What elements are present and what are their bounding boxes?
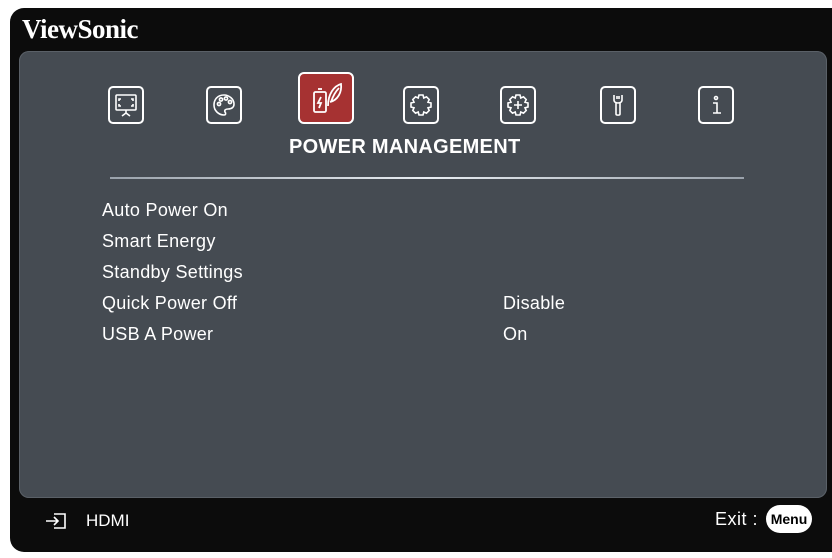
power-management-icon bbox=[313, 82, 343, 113]
menu-item-auto-power-on[interactable]: Auto Power On bbox=[102, 196, 702, 224]
tab-tools[interactable] bbox=[600, 86, 636, 124]
title-divider bbox=[110, 177, 744, 179]
tools-icon bbox=[613, 95, 623, 116]
input-source: HDMI bbox=[44, 509, 129, 533]
basic-settings-icon bbox=[410, 94, 432, 116]
menu-item-label: Quick Power Off bbox=[102, 293, 238, 313]
brand-logo: ViewSonic bbox=[22, 14, 139, 44]
tab-basic-settings[interactable] bbox=[403, 86, 439, 124]
tab-advanced-settings[interactable] bbox=[500, 86, 536, 124]
menu-item-label: Auto Power On bbox=[102, 200, 228, 220]
tab-image-setting[interactable] bbox=[206, 86, 242, 124]
menu-item-standby-settings[interactable]: Standby Settings bbox=[102, 258, 702, 286]
display-icon bbox=[115, 94, 137, 117]
tab-power-management[interactable] bbox=[298, 72, 354, 124]
menu-item-label: USB A Power bbox=[102, 324, 214, 344]
image-setting-icon bbox=[213, 94, 235, 116]
input-source-icon bbox=[46, 513, 66, 529]
menu-item-smart-energy[interactable]: Smart Energy bbox=[102, 227, 702, 255]
menu-item-value: Disable bbox=[503, 293, 566, 313]
advanced-settings-icon bbox=[507, 94, 529, 116]
menu-item-value: On bbox=[503, 324, 528, 344]
menu-title: POWER MANAGEMENT bbox=[289, 136, 521, 158]
menu-item-label: Standby Settings bbox=[102, 262, 243, 282]
tab-display[interactable] bbox=[108, 86, 144, 124]
information-icon bbox=[713, 95, 721, 114]
tab-information[interactable] bbox=[698, 86, 734, 124]
menu-button[interactable]: Menu bbox=[766, 505, 812, 533]
menu-item-usb-a-power[interactable]: USB A Power On bbox=[102, 320, 702, 348]
exit-hint: Exit : Menu bbox=[715, 503, 812, 535]
exit-label: Exit : bbox=[714, 508, 758, 529]
menu-item-label: Smart Energy bbox=[102, 231, 216, 251]
source-label: HDMI bbox=[86, 511, 130, 530]
menu-item-quick-power-off[interactable]: Quick Power Off Disable bbox=[102, 289, 702, 317]
